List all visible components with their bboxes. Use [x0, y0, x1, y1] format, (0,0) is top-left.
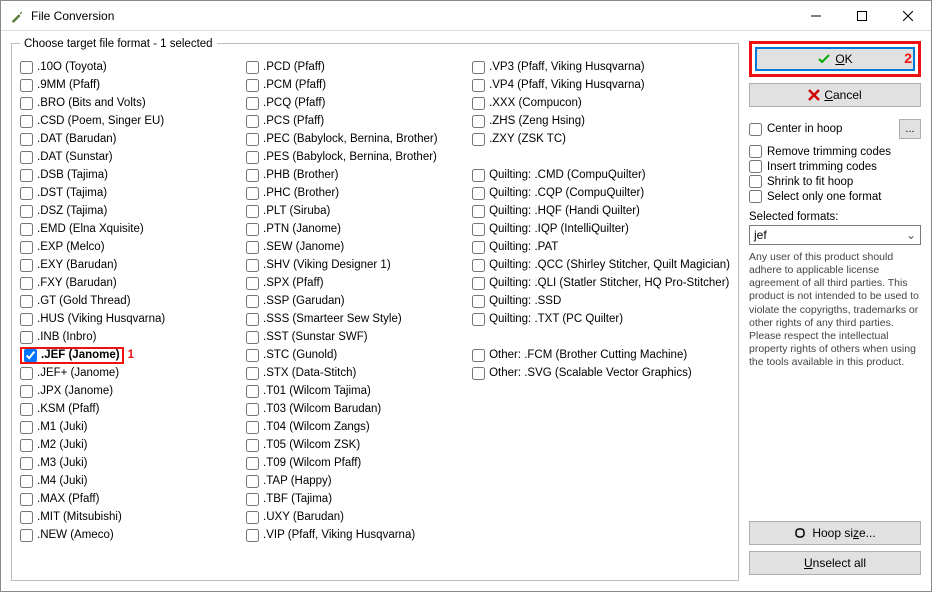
format-checkbox[interactable]: Quilting: .PAT: [472, 238, 730, 256]
selected-formats-label: Selected formats:: [749, 211, 921, 223]
format-checkbox[interactable]: .SSS (Smarteer Sew Style): [246, 310, 472, 328]
maximize-button[interactable]: [839, 1, 885, 31]
format-checkbox[interactable]: .SST (Sunstar SWF): [246, 328, 472, 346]
format-checkbox[interactable]: Quilting: .SSD: [472, 292, 730, 310]
format-checkbox[interactable]: .TAP (Happy): [246, 472, 472, 490]
close-button[interactable]: [885, 1, 931, 31]
format-checkbox[interactable]: Quilting: .TXT (PC Quilter): [472, 310, 730, 328]
format-checkbox[interactable]: Other: .FCM (Brother Cutting Machine): [472, 346, 730, 364]
format-checkbox[interactable]: Quilting: .CQP (CompuQuilter): [472, 184, 730, 202]
format-checkbox[interactable]: .INB (Inbro): [20, 328, 246, 346]
format-checkbox[interactable]: .M2 (Juki): [20, 436, 246, 454]
format-checkbox[interactable]: .DAT (Sunstar): [20, 148, 246, 166]
format-checkbox[interactable]: .MIT (Mitsubishi): [20, 508, 246, 526]
format-checkbox[interactable]: .PCM (Pfaff): [246, 76, 472, 94]
format-checkbox[interactable]: .PEC (Babylock, Bernina, Brother): [246, 130, 472, 148]
option-checkbox[interactable]: Select only one format: [749, 190, 921, 203]
format-checkbox[interactable]: .STC (Gunold): [246, 346, 472, 364]
cancel-button[interactable]: Cancel: [749, 83, 921, 107]
format-checkbox[interactable]: .JEF (Janome)1: [20, 346, 246, 364]
format-checkbox[interactable]: .PHB (Brother): [246, 166, 472, 184]
format-checkbox[interactable]: .DSZ (Tajima): [20, 202, 246, 220]
format-checkbox[interactable]: Quilting: .QCC (Shirley Stitcher, Quilt …: [472, 256, 730, 274]
format-checkbox[interactable]: .SEW (Janome): [246, 238, 472, 256]
format-checkbox[interactable]: .PLT (Siruba): [246, 202, 472, 220]
format-checkbox[interactable]: .DSB (Tajima): [20, 166, 246, 184]
format-checkbox[interactable]: Quilting: .IQP (IntelliQuilter): [472, 220, 730, 238]
format-checkbox[interactable]: .PCD (Pfaff): [246, 58, 472, 76]
format-checkbox[interactable]: .XXX (Compucon): [472, 94, 730, 112]
option-checkbox[interactable]: Remove trimming codes: [749, 145, 921, 158]
format-group: Choose target file format - 1 selected .…: [11, 43, 739, 581]
browse-button[interactable]: ...: [899, 119, 921, 139]
format-checkbox[interactable]: .M3 (Juki): [20, 454, 246, 472]
format-checkbox[interactable]: Quilting: .QLI (Statler Stitcher, HQ Pro…: [472, 274, 730, 292]
format-checkbox[interactable]: .PES (Babylock, Bernina, Brother): [246, 148, 472, 166]
app-icon: [9, 8, 25, 24]
format-checkbox[interactable]: .T04 (Wilcom Zangs): [246, 418, 472, 436]
format-checkbox[interactable]: .HUS (Viking Husqvarna): [20, 310, 246, 328]
format-checkbox[interactable]: .JEF+ (Janome): [20, 364, 246, 382]
format-checkbox[interactable]: .STX (Data-Stitch): [246, 364, 472, 382]
format-checkbox[interactable]: .UXY (Barudan): [246, 508, 472, 526]
format-checkbox[interactable]: .GT (Gold Thread): [20, 292, 246, 310]
option-checkbox[interactable]: Insert trimming codes: [749, 160, 921, 173]
format-checkbox[interactable]: .EXY (Barudan): [20, 256, 246, 274]
selected-formats-combo[interactable]: jef: [749, 225, 921, 245]
format-column-1: .10O (Toyota).9MM (Pfaff).BRO (Bits and …: [20, 58, 246, 544]
format-checkbox[interactable]: .T09 (Wilcom Pfaff): [246, 454, 472, 472]
format-checkbox[interactable]: Quilting: .CMD (CompuQuilter): [472, 166, 730, 184]
format-checkbox[interactable]: .JPX (Janome): [20, 382, 246, 400]
annotation-2: 2: [904, 50, 912, 66]
window-title: File Conversion: [31, 9, 793, 23]
annotation-1: 1: [128, 349, 134, 361]
format-checkbox[interactable]: .T01 (Wilcom Tajima): [246, 382, 472, 400]
format-checkbox[interactable]: .DAT (Barudan): [20, 130, 246, 148]
format-checkbox[interactable]: .NEW (Ameco): [20, 526, 246, 544]
format-checkbox[interactable]: Other: .SVG (Scalable Vector Graphics): [472, 364, 730, 382]
unselect-all-button[interactable]: Unselect all: [749, 551, 921, 575]
format-checkbox[interactable]: .EXP (Melco): [20, 238, 246, 256]
format-checkbox[interactable]: .PHC (Brother): [246, 184, 472, 202]
format-checkbox[interactable]: .KSM (Pfaff): [20, 400, 246, 418]
format-checkbox[interactable]: .FXY (Barudan): [20, 274, 246, 292]
format-checkbox[interactable]: .10O (Toyota): [20, 58, 246, 76]
format-checkbox[interactable]: .EMD (Elna Xquisite): [20, 220, 246, 238]
format-checkbox[interactable]: .PTN (Janome): [246, 220, 472, 238]
format-checkbox[interactable]: .SPX (Pfaff): [246, 274, 472, 292]
format-checkbox[interactable]: .MAX (Pfaff): [20, 490, 246, 508]
format-checkbox[interactable]: .SSP (Garudan): [246, 292, 472, 310]
format-checkbox[interactable]: .M4 (Juki): [20, 472, 246, 490]
format-checkbox[interactable]: .ZXY (ZSK TC): [472, 130, 730, 148]
group-label: Choose target file format - 1 selected: [20, 38, 217, 50]
format-checkbox[interactable]: .BRO (Bits and Volts): [20, 94, 246, 112]
ok-button[interactable]: OK: [755, 47, 915, 71]
ok-button-highlight: OK 2: [749, 41, 921, 77]
center-in-hoop-checkbox[interactable]: Center in hoop: [749, 123, 842, 136]
format-column-3: .VP3 (Pfaff, Viking Husqvarna).VP4 (Pfaf…: [472, 58, 730, 544]
format-checkbox[interactable]: .SHV (Viking Designer 1): [246, 256, 472, 274]
format-checkbox[interactable]: .TBF (Tajima): [246, 490, 472, 508]
ok-label-rest: K: [845, 52, 853, 66]
hoop-size-button[interactable]: Hoop size...: [749, 521, 921, 545]
format-checkbox[interactable]: .VP4 (Pfaff, Viking Husqvarna): [472, 76, 730, 94]
format-checkbox[interactable]: .CSD (Poem, Singer EU): [20, 112, 246, 130]
format-checkbox[interactable]: .VP3 (Pfaff, Viking Husqvarna): [472, 58, 730, 76]
format-checkbox[interactable]: .PCS (Pfaff): [246, 112, 472, 130]
right-panel: OK 2 Cancel Center in hoop ... Remove tr…: [739, 37, 921, 581]
option-checkbox[interactable]: Shrink to fit hoop: [749, 175, 921, 188]
disclaimer-text: Any user of this product should adhere t…: [749, 251, 921, 369]
titlebar: File Conversion: [1, 1, 931, 31]
format-checkbox[interactable]: .PCQ (Pfaff): [246, 94, 472, 112]
format-checkbox[interactable]: .DST (Tajima): [20, 184, 246, 202]
format-column-2: .PCD (Pfaff).PCM (Pfaff).PCQ (Pfaff).PCS…: [246, 58, 472, 544]
minimize-button[interactable]: [793, 1, 839, 31]
format-checkbox[interactable]: .M1 (Juki): [20, 418, 246, 436]
format-checkbox[interactable]: .T05 (Wilcom ZSK): [246, 436, 472, 454]
format-checkbox[interactable]: .ZHS (Zeng Hsing): [472, 112, 730, 130]
format-checkbox[interactable]: .VIP (Pfaff, Viking Husqvarna): [246, 526, 472, 544]
format-checkbox[interactable]: .9MM (Pfaff): [20, 76, 246, 94]
format-checkbox[interactable]: .T03 (Wilcom Barudan): [246, 400, 472, 418]
format-checkbox[interactable]: Quilting: .HQF (Handi Quilter): [472, 202, 730, 220]
